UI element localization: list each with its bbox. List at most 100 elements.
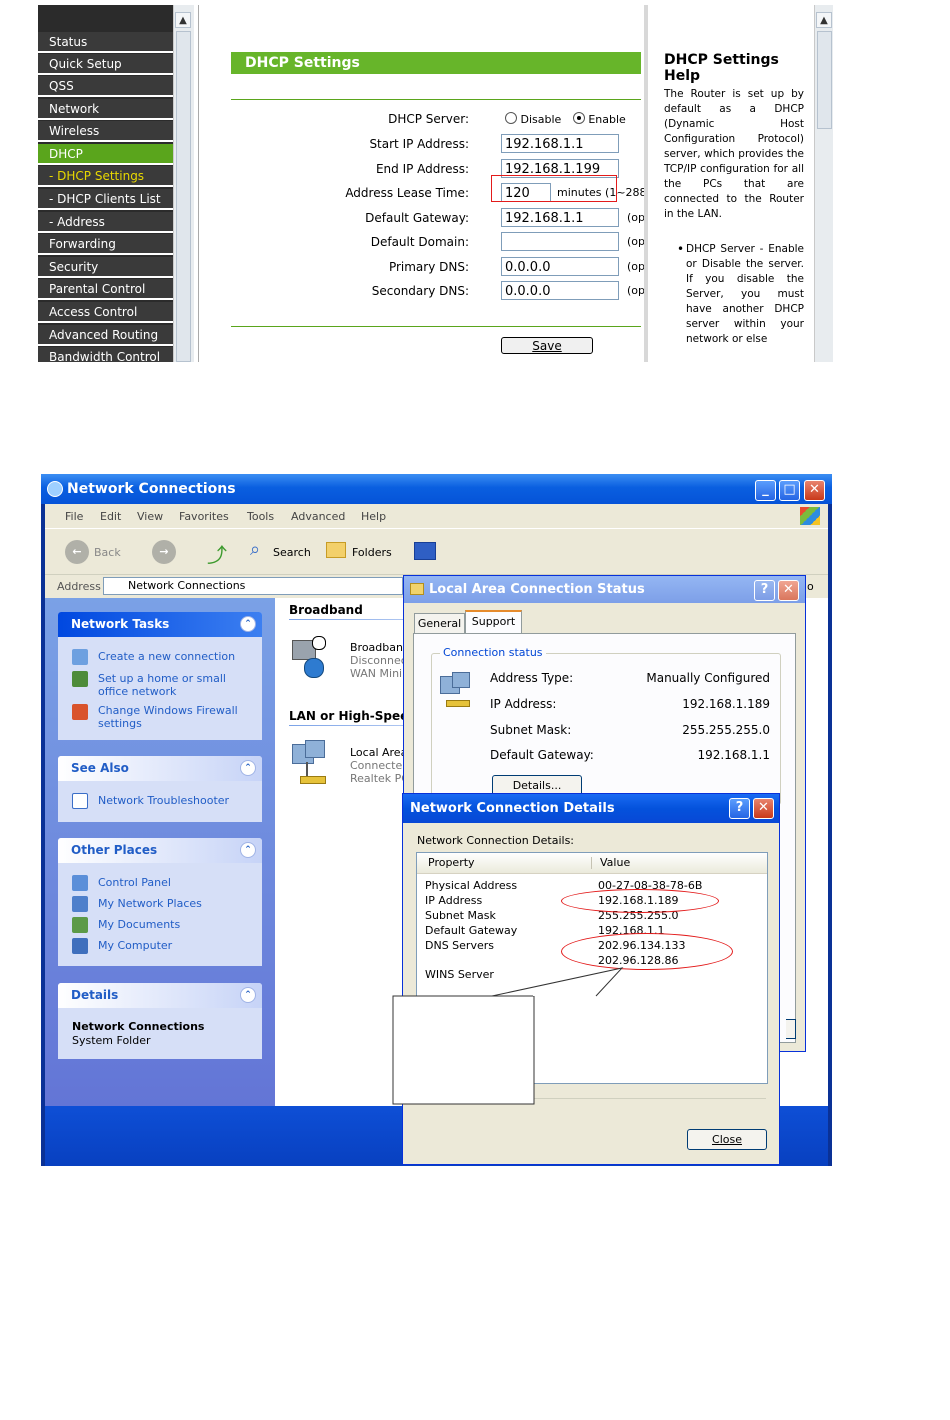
details-header[interactable]: Details ⌃ [58, 983, 262, 1008]
collapse-icon[interactable]: ⌃ [240, 842, 256, 858]
help-scrollbar[interactable]: ▲ [814, 5, 833, 362]
network-tasks-header[interactable]: Network Tasks ⌃ [58, 612, 262, 637]
title-bar[interactable]: Network Connections _ □ ✕ [41, 474, 832, 504]
other-places-header[interactable]: Other Places ⌃ [58, 838, 262, 863]
lan-connection-name[interactable]: Local Area [350, 746, 407, 759]
control-panel-link[interactable]: Control Panel [98, 876, 258, 889]
default-gateway-field[interactable]: 192.168.1.1 [501, 208, 619, 227]
help-icon[interactable]: ? [729, 798, 750, 819]
dialog-button-edge[interactable] [786, 1019, 796, 1039]
column-header-value[interactable]: Value [600, 853, 630, 873]
menu-item-address-reservation[interactable]: - Address Reservation [38, 212, 173, 250]
minimize-icon[interactable]: _ [755, 480, 776, 501]
go-button-label[interactable]: o [807, 580, 814, 593]
help-icon[interactable]: ? [754, 580, 775, 601]
my-documents-link[interactable]: My Documents [98, 918, 258, 931]
details-title: Details [71, 988, 119, 1002]
tab-general[interactable]: General [414, 613, 465, 634]
primary-dns-field[interactable]: 0.0.0.0 [501, 257, 619, 276]
menu-item-bandwidth-control[interactable]: Bandwidth Control [38, 347, 173, 362]
broadband-connection-status: Disconnec [350, 654, 407, 667]
menu-edit[interactable]: Edit [100, 510, 121, 523]
see-also-header[interactable]: See Also ⌃ [58, 756, 262, 781]
row-property: Subnet Mask [425, 909, 496, 922]
back-arrow-icon[interactable]: ← [65, 540, 89, 564]
column-divider[interactable] [591, 857, 592, 869]
collapse-icon[interactable]: ⌃ [240, 616, 256, 632]
dialog-title-bar[interactable]: Network Connection Details ? ✕ [403, 794, 779, 823]
help-bullet-text: DHCP Server - Enable or Disable the serv… [686, 243, 804, 345]
menu-favorites[interactable]: Favorites [179, 510, 229, 523]
secondary-dns-field[interactable]: 0.0.0.0 [501, 281, 619, 300]
close-button[interactable]: Close [687, 1129, 767, 1150]
optional-hint: (op [627, 284, 646, 297]
menu-item-status[interactable]: Status [38, 32, 173, 53]
menu-file[interactable]: File [65, 510, 83, 523]
address-field[interactable]: Network Connections [103, 577, 403, 595]
folders-button[interactable]: Folders [352, 546, 392, 559]
tab-support[interactable]: Support [465, 610, 522, 634]
maximize-icon[interactable]: □ [779, 480, 800, 501]
forward-arrow-icon[interactable]: → [152, 540, 176, 564]
enable-radio[interactable] [572, 112, 585, 124]
menu-item-dhcp-clients-list[interactable]: - DHCP Clients List [38, 189, 173, 210]
search-button[interactable]: Search [273, 546, 311, 559]
menu-help[interactable]: Help [361, 510, 386, 523]
menu-view[interactable]: View [137, 510, 163, 523]
my-computer-link[interactable]: My Computer [98, 939, 258, 952]
ip-address-highlight [561, 889, 719, 913]
divider [231, 99, 641, 100]
firewall-link[interactable]: Change Windows Firewall settings [98, 704, 258, 730]
disable-radio[interactable] [505, 112, 517, 124]
menu-item-dhcp[interactable]: DHCP [38, 144, 173, 165]
home-network-link[interactable]: Set up a home or small office network [98, 672, 258, 698]
task-pane: Network Tasks ⌃ Create a new connection S… [45, 598, 275, 1106]
secondary-dns-label: Secondary DNS: [371, 284, 469, 298]
search-icon[interactable]: ⌕ [250, 539, 260, 560]
start-ip-field[interactable]: 192.168.1.1 [501, 134, 619, 153]
menu-item-security[interactable]: Security [38, 257, 173, 278]
network-tasks-title: Network Tasks [71, 617, 170, 631]
menu-item-wireless[interactable]: Wireless [38, 121, 173, 142]
my-network-places-link[interactable]: My Network Places [98, 897, 258, 910]
create-connection-link[interactable]: Create a new connection [98, 650, 258, 663]
scroll-up-icon[interactable]: ▲ [175, 12, 191, 28]
broadband-connection-icon[interactable] [292, 636, 326, 680]
menu-item-parental-control[interactable]: Parental Control [38, 279, 173, 300]
menu-item-quick-setup[interactable]: Quick Setup [38, 54, 173, 75]
collapse-icon[interactable]: ⌃ [240, 987, 256, 1003]
dialog-title-bar[interactable]: Local Area Connection Status ? ✕ [404, 576, 805, 603]
views-icon[interactable] [414, 542, 436, 560]
close-icon[interactable]: ✕ [778, 580, 799, 601]
close-icon[interactable]: ✕ [753, 798, 774, 819]
menu-item-qss[interactable]: QSS [38, 76, 173, 97]
ip-address-row: IP Address: 192.168.1.189 [490, 697, 770, 711]
menu-item-advanced-routing[interactable]: Advanced Routing [38, 325, 173, 346]
menu-bar: File Edit View Favorites Tools Advanced … [45, 504, 828, 528]
menu-scrollbar[interactable]: ▲ [173, 5, 194, 362]
folders-icon[interactable] [326, 542, 346, 558]
back-label[interactable]: Back [94, 546, 121, 559]
network-troubleshooter-link[interactable]: Network Troubleshooter [98, 794, 258, 807]
scroll-thumb[interactable] [817, 31, 832, 129]
menu-item-dhcp-settings[interactable]: - DHCP Settings [38, 166, 173, 187]
menu-item-forwarding[interactable]: Forwarding [38, 234, 173, 255]
address-type-row: Address Type: Manually Configured [490, 671, 770, 685]
default-domain-field[interactable] [501, 232, 619, 251]
menu-item-network[interactable]: Network [38, 99, 173, 120]
scroll-up-icon[interactable]: ▲ [816, 12, 832, 28]
lan-connection-icon[interactable] [292, 740, 328, 784]
menu-item-access-control[interactable]: Access Control [38, 302, 173, 323]
menu-advanced[interactable]: Advanced [291, 510, 345, 523]
close-icon[interactable]: ✕ [804, 480, 825, 501]
up-folder-icon[interactable]: ⤴ [207, 539, 227, 568]
broadband-connection-name[interactable]: Broadban [350, 641, 403, 654]
table-row[interactable]: Default Gateway 192.168.1.1 [425, 923, 755, 938]
scroll-thumb[interactable] [176, 31, 191, 362]
collapse-icon[interactable]: ⌃ [240, 760, 256, 776]
table-header: Property Value [417, 853, 767, 874]
help-text: The Router is set up by default as a DHC… [664, 88, 804, 220]
column-header-property[interactable]: Property [428, 853, 475, 873]
save-button[interactable]: Save [501, 337, 593, 354]
menu-tools[interactable]: Tools [247, 510, 274, 523]
